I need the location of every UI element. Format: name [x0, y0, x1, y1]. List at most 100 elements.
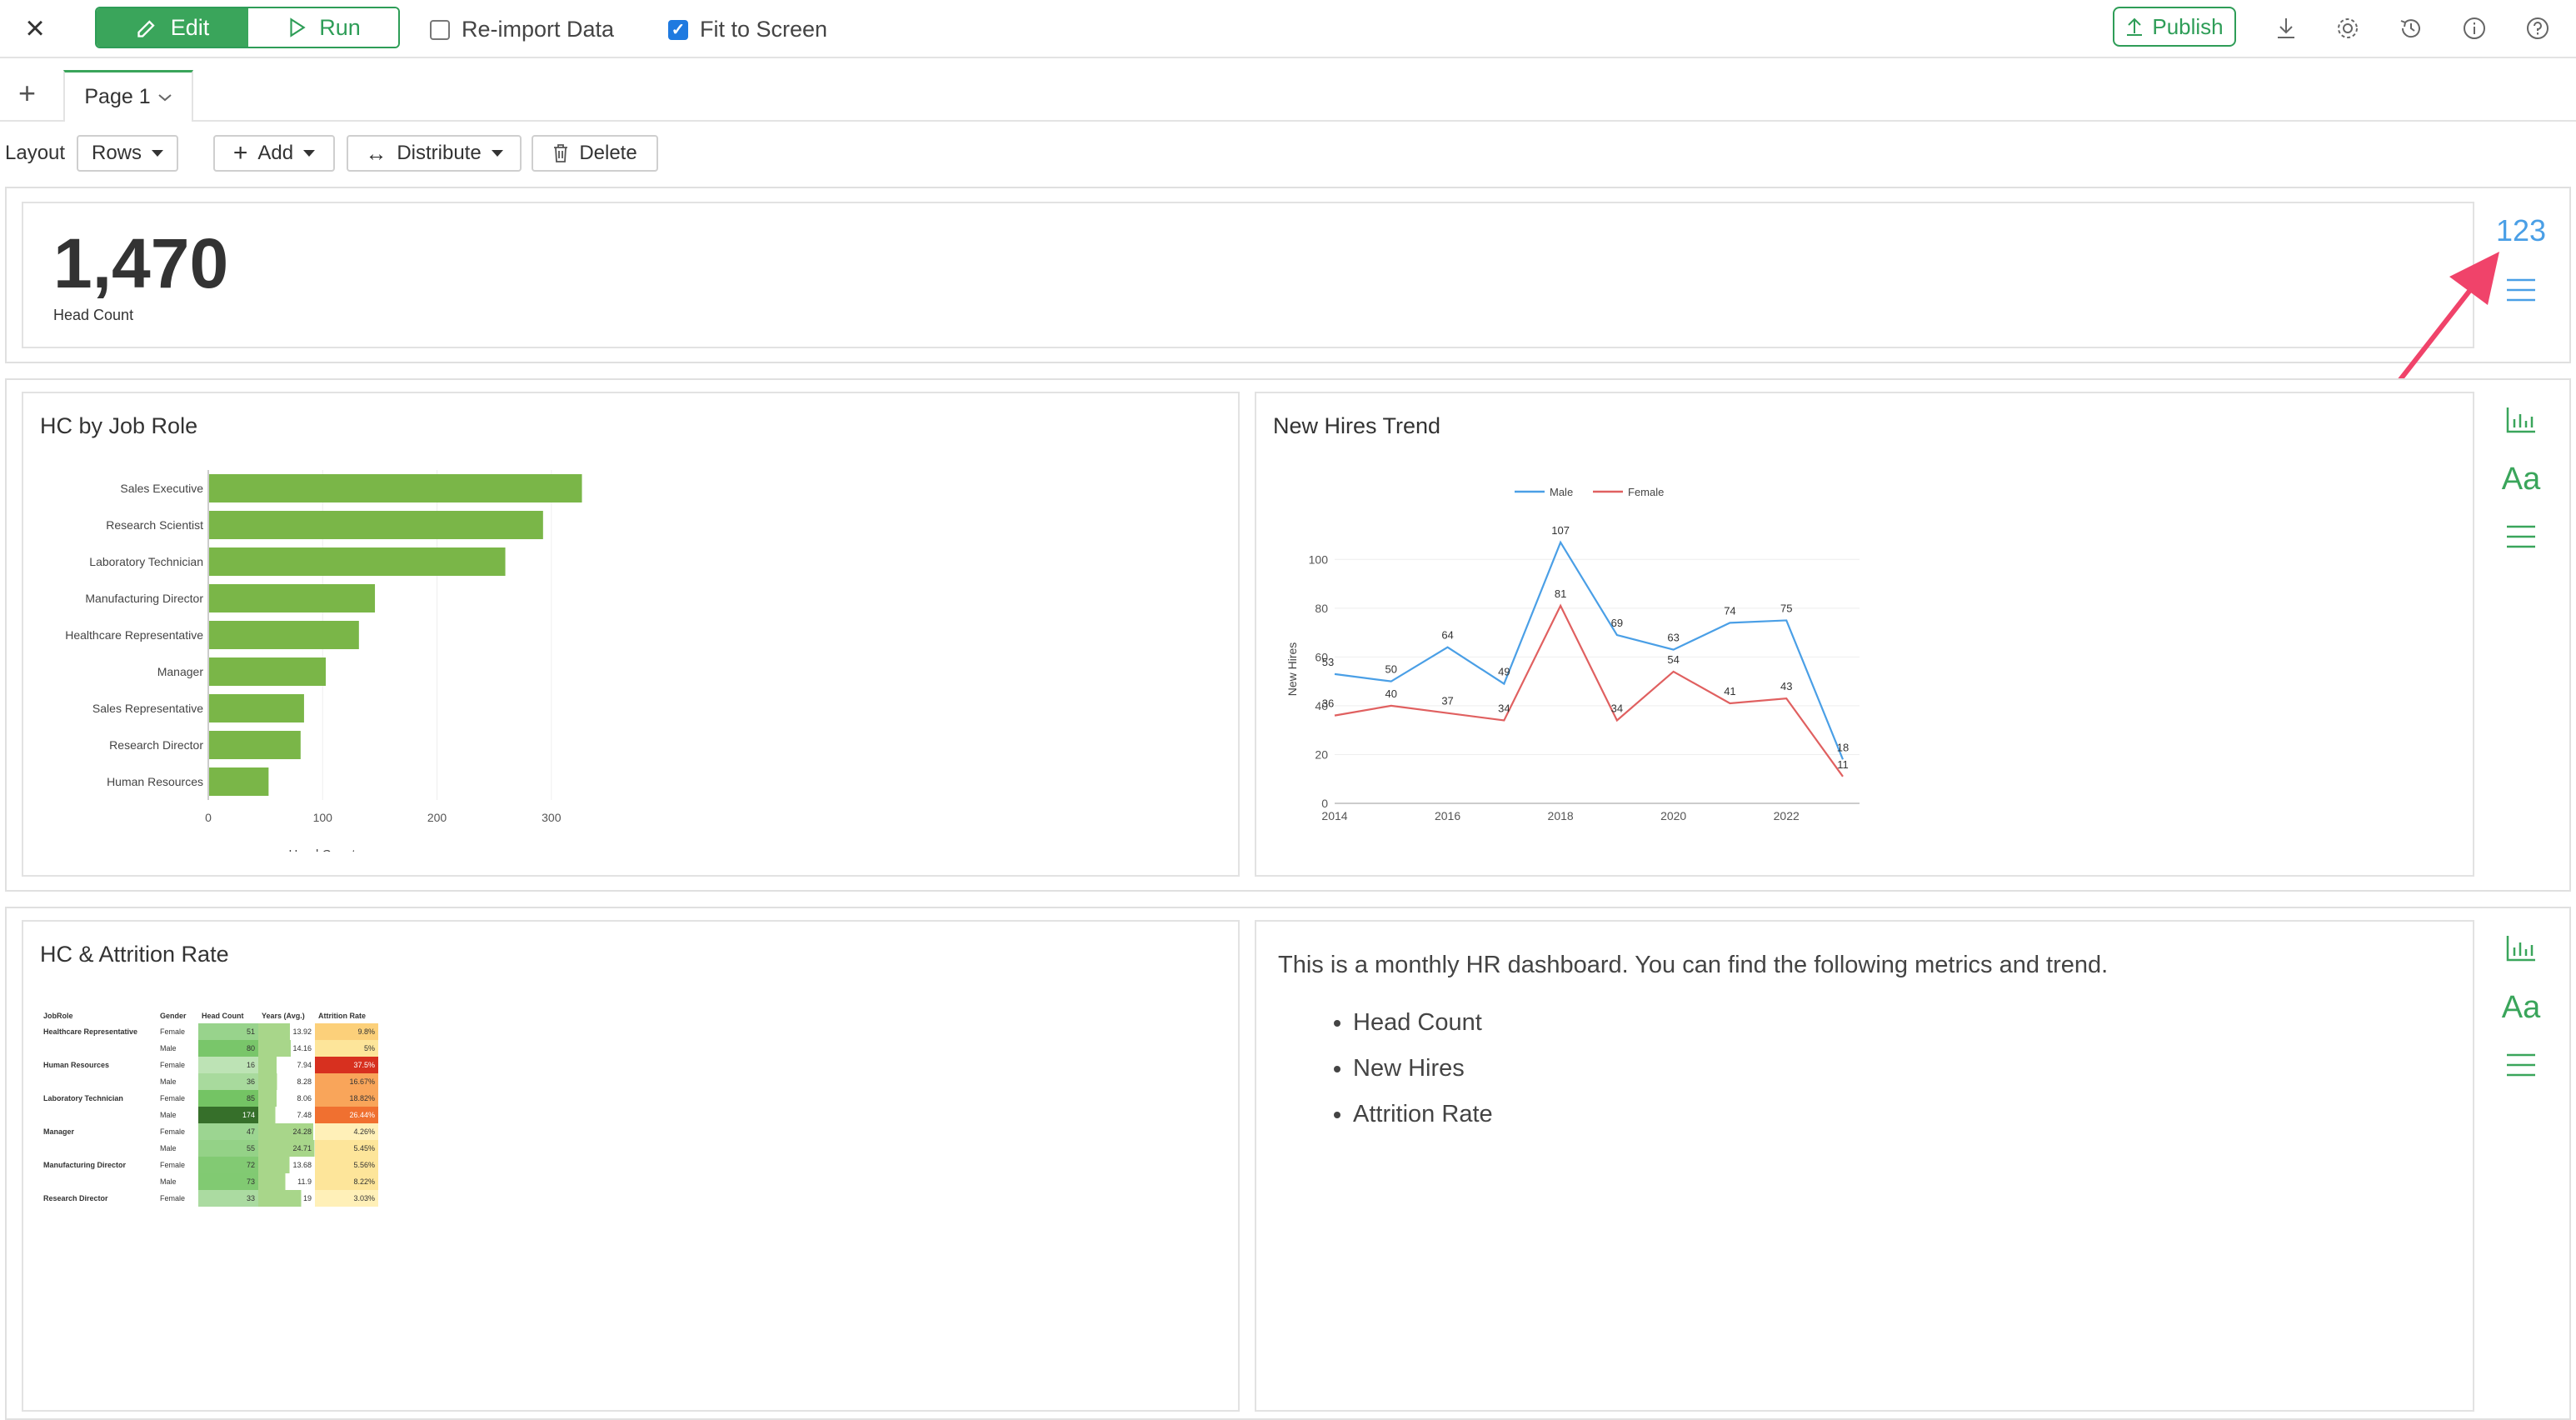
x-tick-label: 2014 [1321, 809, 1347, 822]
text-type-icon[interactable]: Aa [2488, 988, 2554, 1027]
table-row[interactable]: Male 55 24.71 5.45% [40, 1140, 378, 1157]
attrition-card[interactable]: HC & Attrition Rate JobRole Gender Head … [22, 920, 1240, 1412]
table-row[interactable]: Human Resources Female 16 7.94 37.5% [40, 1057, 378, 1073]
edit-button[interactable]: Edit [97, 8, 248, 47]
bar[interactable] [209, 658, 327, 686]
data-label: 81 [1555, 588, 1566, 600]
bar[interactable] [209, 621, 359, 649]
attrition-rate-cell: 5.45% [315, 1140, 378, 1157]
tab-page-1[interactable]: Page 1 [63, 70, 193, 122]
attrition-rate-cell: 37.5% [315, 1057, 378, 1073]
edit-label: Edit [170, 14, 210, 40]
caret-down-icon [491, 150, 503, 157]
table-header-row: JobRole Gender Head Count Years (Avg.) A… [40, 1008, 378, 1023]
settings-gear-icon[interactable] [2333, 13, 2363, 43]
menu-icon[interactable] [2496, 520, 2546, 553]
x-tick-label: 100 [313, 811, 333, 824]
y-tick-label: 80 [1315, 602, 1328, 615]
chart-icon[interactable] [2496, 403, 2546, 437]
bar[interactable] [209, 768, 269, 796]
table-row[interactable]: Manager Female 47 24.28 4.26% [40, 1123, 378, 1140]
data-label: 53 [1322, 656, 1334, 668]
table-row[interactable]: Male 73 11.9 8.22% [40, 1173, 378, 1190]
rows-dropdown[interactable]: Rows [77, 135, 178, 172]
bar[interactable] [209, 584, 376, 612]
table-row[interactable]: Manufacturing Director Female 72 13.68 5.56% [40, 1157, 378, 1173]
table-row[interactable]: Research Director Female 33 19 3.03% [40, 1190, 378, 1207]
bar[interactable] [209, 694, 304, 722]
chart-icon[interactable] [2496, 932, 2546, 965]
table-row[interactable]: Male 80 14.16 5% [40, 1040, 378, 1057]
years-avg-cell: 7.94 [258, 1057, 315, 1073]
attrition-rate-cell: 8.22% [315, 1173, 378, 1190]
category-label: Human Resources [107, 775, 203, 788]
head-count-cell: 51 [198, 1023, 258, 1040]
run-button[interactable]: Run [248, 8, 398, 47]
table-row[interactable]: Laboratory Technician Female 85 8.06 18.82% [40, 1090, 378, 1107]
gender-cell: Female [160, 1128, 186, 1136]
menu-icon[interactable] [2496, 1048, 2546, 1082]
gender-cell: Female [160, 1194, 186, 1202]
bar[interactable] [209, 511, 543, 539]
kpi-value: 1,470 [53, 224, 229, 302]
delete-button[interactable]: Delete [532, 135, 658, 172]
y-tick-label: 20 [1315, 748, 1328, 761]
table-row[interactable]: Male 174 7.48 26.44% [40, 1107, 378, 1123]
x-tick-label: 2022 [1774, 809, 1800, 822]
delete-label: Delete [579, 142, 637, 164]
series-line[interactable] [1334, 603, 1844, 778]
download-icon[interactable] [2271, 13, 2301, 43]
job-role-cell: Healthcare Representative [43, 1028, 138, 1036]
data-label: 63 [1667, 632, 1679, 644]
publish-label: Publish [2152, 13, 2224, 39]
series-line[interactable] [1334, 540, 1845, 760]
history-icon[interactable] [2396, 13, 2426, 43]
y-tick-label: 100 [1309, 552, 1329, 566]
x-axis-label: Head Count [288, 848, 356, 852]
close-icon[interactable]: × [18, 12, 52, 45]
new-hires-card[interactable]: New Hires Trend 0 20 40 60 80 100 2014 2016 2018… [1255, 392, 2474, 877]
text-type-icon[interactable]: Aa [2488, 460, 2554, 498]
bar[interactable] [209, 548, 506, 576]
y-axis-label: New Hires [1286, 642, 1299, 697]
play-icon [290, 18, 306, 38]
head-count-cell: 33 [198, 1190, 258, 1207]
publish-button[interactable]: Publish [2113, 7, 2236, 47]
x-tick-label: 2018 [1548, 809, 1574, 822]
distribute-button[interactable]: ↔ Distribute [347, 135, 522, 172]
head-count-cell: 47 [198, 1123, 258, 1140]
data-label: 107 [1551, 524, 1570, 537]
category-label: Healthcare Representative [65, 628, 203, 642]
attrition-rate-cell: 5.56% [315, 1157, 378, 1173]
description-intro: This is a monthly HR dashboard. You can … [1278, 952, 2109, 978]
list-item: Head Count [1353, 1009, 2451, 1037]
attrition-rate-cell: 5% [315, 1040, 378, 1057]
reimport-checkbox-box[interactable] [430, 19, 450, 40]
reimport-checkbox[interactable]: Re-import Data [430, 17, 614, 42]
hc-by-role-card[interactable]: HC by Job Role 0 100 200 300 Sales Executive… [22, 392, 1240, 877]
category-label: Sales Executive [120, 482, 203, 495]
page-tab-bar [0, 60, 2576, 122]
info-icon[interactable] [2459, 13, 2489, 43]
head-count-cell: 36 [198, 1073, 258, 1090]
fit-to-screen-checkbox-box[interactable]: ✓ [668, 19, 688, 40]
data-label: 18 [1837, 741, 1849, 753]
add-page-icon[interactable]: + [18, 78, 36, 108]
add-button[interactable]: + Add [213, 135, 335, 172]
table-row[interactable]: Healthcare Representative Female 51 13.92 9.… [40, 1023, 378, 1040]
description-card[interactable]: This is a monthly HR dashboard. You can … [1255, 920, 2474, 1412]
data-label: 69 [1611, 617, 1623, 629]
run-label: Run [319, 14, 361, 40]
x-tick-label: 2020 [1660, 809, 1686, 822]
years-avg-cell: 14.16 [258, 1040, 315, 1057]
kpi-card[interactable]: 1,470 Head Count [22, 202, 2474, 348]
data-label: 50 [1385, 663, 1397, 676]
bar[interactable] [209, 731, 301, 759]
help-icon[interactable] [2523, 13, 2553, 43]
years-avg-cell: 8.06 [258, 1090, 315, 1107]
rows-label: Rows [91, 142, 142, 164]
table-row[interactable]: Male 36 8.28 16.67% [40, 1073, 378, 1090]
bar[interactable] [209, 474, 582, 502]
column-header: Gender [160, 1012, 187, 1020]
fit-to-screen-checkbox[interactable]: ✓ Fit to Screen [668, 17, 827, 42]
